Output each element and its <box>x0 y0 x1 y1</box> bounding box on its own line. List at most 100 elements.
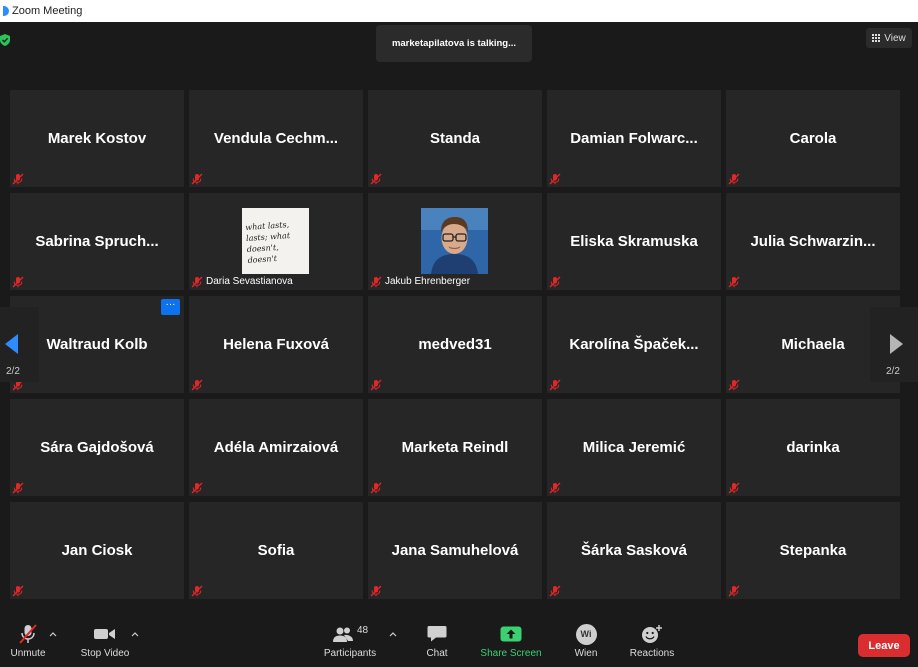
muted-microphone-icon <box>728 378 740 391</box>
muted-microphone-icon <box>549 378 561 391</box>
muted-microphone-icon <box>728 172 740 185</box>
chat-label: Chat <box>426 648 448 659</box>
participants-options-caret-icon[interactable] <box>389 630 397 638</box>
security-shield-icon[interactable] <box>0 34 10 46</box>
wien-avatar-icon: Wi <box>575 623 597 645</box>
tile-more-options-button[interactable]: ··· <box>161 299 180 315</box>
participant-name: Eliska Skramuska <box>570 233 698 250</box>
meeting-top-bar: marketapilatova is talking... View <box>0 22 918 88</box>
participant-tile[interactable]: Sára Gajdošová <box>10 399 184 496</box>
active-speaker-indicator: marketapilatova is talking... <box>376 25 532 62</box>
audio-options-caret-icon[interactable] <box>49 630 57 638</box>
next-page-button[interactable]: 2/2 <box>870 307 918 382</box>
muted-microphone-icon <box>191 275 203 288</box>
previous-page-button[interactable]: 2/2 <box>0 307 39 382</box>
participant-name: Sabrina Spruch... <box>35 233 159 250</box>
share-screen-icon <box>500 626 522 642</box>
wien-app-button[interactable]: Wi Wien <box>569 620 603 667</box>
participant-tile[interactable]: Milica Jeremić <box>547 399 721 496</box>
participant-tile[interactable]: Jakub Ehrenberger <box>368 193 542 290</box>
muted-microphone-icon <box>12 275 24 288</box>
muted-microphone-icon <box>728 275 740 288</box>
participants-icon <box>332 627 353 642</box>
participants-label: Participants <box>323 648 377 659</box>
muted-microphone-icon <box>370 275 382 288</box>
participant-name: Šárka Sasková <box>581 542 687 559</box>
participant-tile[interactable]: Adéla Amirzaiová <box>189 399 363 496</box>
participant-name: darinka <box>786 439 840 456</box>
participants-count: 48 <box>356 624 369 636</box>
participant-tile[interactable]: Marek Kostov <box>10 90 184 187</box>
muted-microphone-icon <box>728 584 740 597</box>
participant-name: Jana Samuhelová <box>391 542 519 559</box>
participant-tile[interactable]: Stepanka <box>726 502 900 599</box>
participant-tile[interactable]: Jana Samuhelová <box>368 502 542 599</box>
unmute-button[interactable]: Unmute <box>8 620 48 667</box>
participant-name: Helena Fuxová <box>223 336 329 353</box>
muted-microphone-icon <box>370 481 382 494</box>
muted-microphone-icon <box>549 172 561 185</box>
participant-tile[interactable]: Marketa Reindl <box>368 399 542 496</box>
participant-tile[interactable]: darinka <box>726 399 900 496</box>
participant-tile[interactable]: Carola <box>726 90 900 187</box>
participant-name: Milica Jeremić <box>582 439 686 456</box>
participant-name: Daria Sevastianova <box>206 276 293 287</box>
stop-video-label: Stop Video <box>80 648 130 659</box>
participant-name: Sofia <box>257 542 295 559</box>
participant-tile[interactable]: Standa <box>368 90 542 187</box>
participant-name: Carola <box>789 130 837 147</box>
leave-button[interactable]: Leave <box>858 634 910 657</box>
window-titlebar: Zoom Meeting <box>0 0 918 22</box>
participant-tile[interactable]: Sabrina Spruch... <box>10 193 184 290</box>
chat-button[interactable]: Chat <box>420 620 454 667</box>
meeting-toolbar: Unmute Stop Video 48 Participants Chat S… <box>0 620 918 667</box>
unmute-label: Unmute <box>10 648 46 659</box>
muted-microphone-icon <box>370 378 382 391</box>
wien-label: Wien <box>574 648 598 659</box>
stop-video-button[interactable]: Stop Video <box>76 620 134 667</box>
reactions-smiley-icon <box>642 625 662 643</box>
participant-tile[interactable]: Eliska Skramuska <box>547 193 721 290</box>
view-label: View <box>884 32 906 44</box>
muted-microphone-icon <box>191 172 203 185</box>
muted-microphone-icon <box>370 584 382 597</box>
participant-tile[interactable]: Jan Ciosk <box>10 502 184 599</box>
share-screen-button[interactable]: Share Screen <box>480 620 542 667</box>
participant-tile[interactable]: Helena Fuxová <box>189 296 363 393</box>
participant-name: Jakub Ehrenberger <box>385 276 471 287</box>
muted-microphone-icon <box>19 624 37 644</box>
grid-view-icon <box>872 34 881 42</box>
participant-tile[interactable]: medved31 <box>368 296 542 393</box>
avatar-handwritten-text: what lasts, lasts; what doesn't, doesn't <box>245 220 291 265</box>
participant-tile[interactable]: Sofia <box>189 502 363 599</box>
participant-tile[interactable]: Julia Schwarzin... <box>726 193 900 290</box>
participant-name: Vendula Cechm... <box>213 130 339 147</box>
page-indicator-left: 2/2 <box>6 366 20 377</box>
participant-name: Adéla Amirzaiová <box>213 439 339 456</box>
participants-button[interactable]: 48 Participants <box>320 620 380 667</box>
participant-name: Sára Gajdošová <box>40 439 154 456</box>
participant-avatar-image: what lasts, lasts; what doesn't, doesn't <box>242 208 309 274</box>
participant-name: Marek Kostov <box>47 130 147 147</box>
zoom-logo-icon <box>3 6 9 16</box>
muted-microphone-icon <box>12 172 24 185</box>
share-screen-label: Share Screen <box>480 648 542 659</box>
video-camera-icon <box>94 629 115 639</box>
participant-tile[interactable]: Vendula Cechm... <box>189 90 363 187</box>
participant-tile[interactable]: what lasts, lasts; what doesn't, doesn't… <box>189 193 363 290</box>
participant-name: Stepanka <box>779 542 847 559</box>
participant-tile[interactable]: Šárka Sasková <box>547 502 721 599</box>
page-indicator-right: 2/2 <box>886 366 900 377</box>
arrow-left-icon <box>5 334 18 354</box>
participant-name: Julia Schwarzin... <box>750 233 876 250</box>
participant-name: Karolína Špaček... <box>569 336 699 353</box>
participant-tile[interactable]: Karolína Špaček... <box>547 296 721 393</box>
muted-microphone-icon <box>191 378 203 391</box>
muted-microphone-icon <box>191 481 203 494</box>
video-options-caret-icon[interactable] <box>131 630 139 638</box>
participant-name: medved31 <box>418 336 492 353</box>
reactions-button[interactable]: Reactions <box>628 620 676 667</box>
participant-tile[interactable]: Damian Folwarc... <box>547 90 721 187</box>
view-button[interactable]: View <box>866 28 912 48</box>
participant-name: Damian Folwarc... <box>570 130 698 147</box>
